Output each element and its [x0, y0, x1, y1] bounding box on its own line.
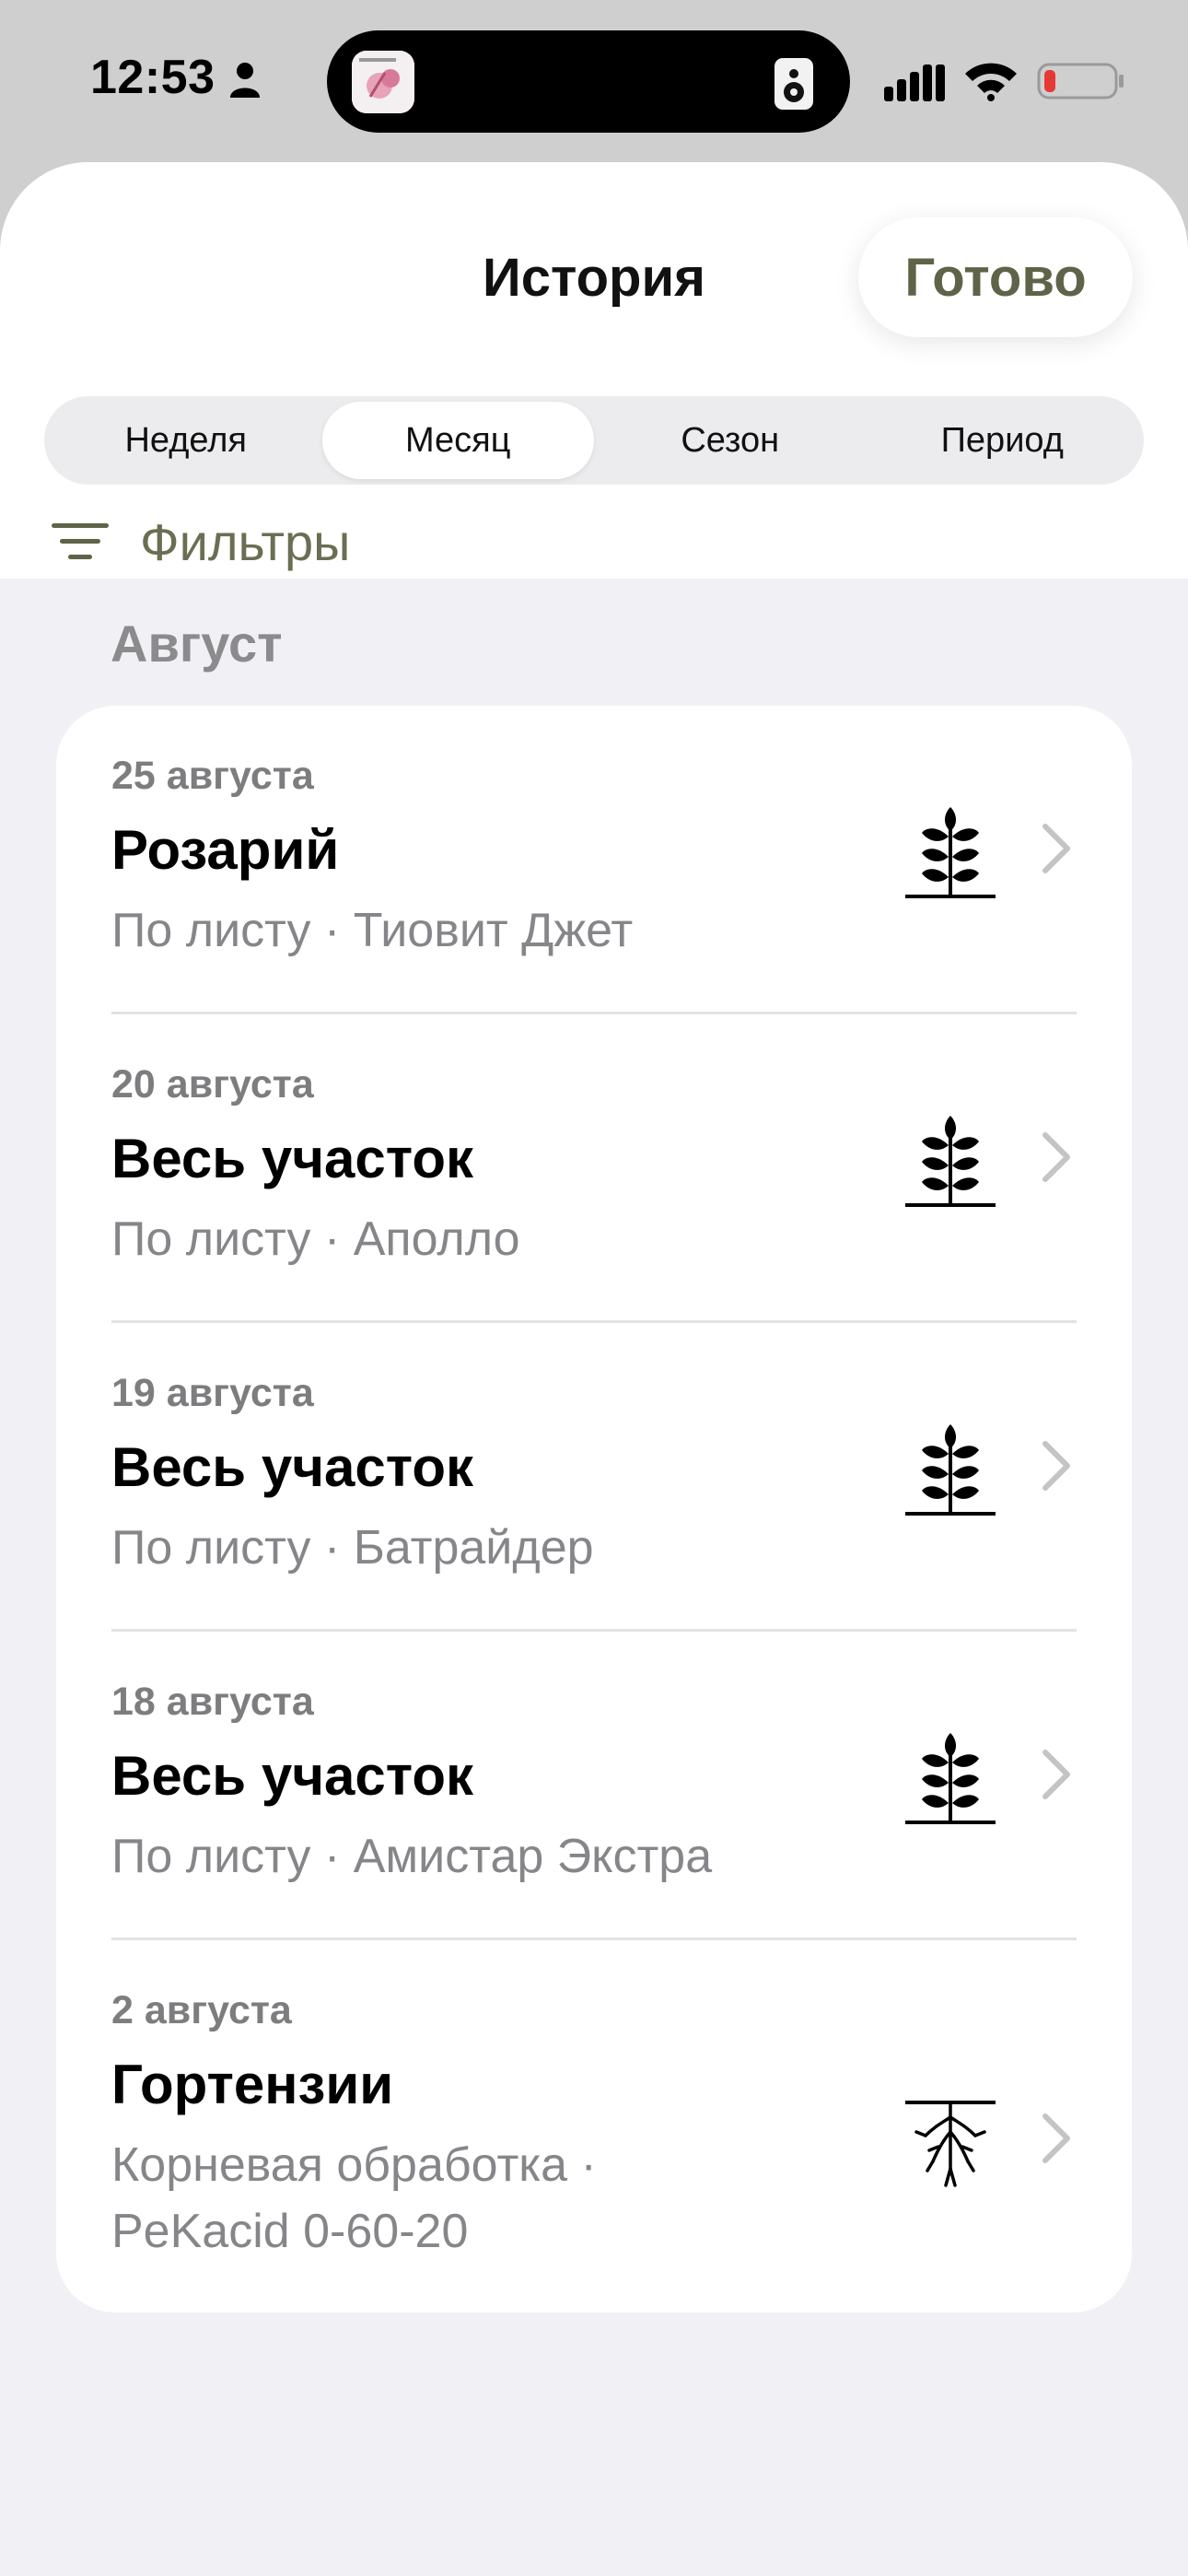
chevron-right-icon	[1042, 1441, 1070, 1491]
entry-details: По листу · Аполло	[111, 1212, 520, 1266]
entry-place: Весь участок	[111, 1436, 474, 1498]
entry-date: 20 августа	[111, 1062, 314, 1107]
entry-date: 19 августа	[111, 1371, 314, 1415]
filter-lines-icon	[52, 523, 109, 559]
dynamic-island[interactable]	[327, 30, 850, 133]
segment-period[interactable]: Период	[867, 402, 1139, 479]
history-sheet: История Готово Неделя Месяц Сезон Период…	[0, 162, 1188, 2576]
leaf-spray-icon	[905, 1733, 996, 1824]
wifi-icon	[965, 63, 1017, 101]
entry-details: По листу · Тиовит Джет	[111, 904, 634, 957]
list-item[interactable]: 19 августа Весь участок По листу · Батра…	[56, 1323, 1132, 1632]
chevron-right-icon	[1042, 824, 1070, 873]
list-item[interactable]: 2 августа Гортензии Корневая обработка ·…	[56, 1940, 1132, 2309]
section-header-month: Август	[111, 615, 283, 673]
entry-date: 25 августа	[111, 754, 314, 798]
entry-details: По листу · Батрайдер	[111, 1521, 594, 1575]
sheet-header: История Готово Неделя Месяц Сезон Период…	[0, 162, 1188, 579]
person-icon	[230, 63, 260, 98]
entry-place: Весь участок	[111, 1745, 474, 1807]
list-item[interactable]: 25 августа Розарий По листу · Тиовит Дже…	[56, 706, 1132, 1014]
leaf-spray-icon	[905, 807, 996, 898]
entry-place: Розарий	[111, 819, 340, 881]
speaker-icon	[775, 58, 813, 110]
battery-low-icon	[1037, 63, 1124, 100]
done-button[interactable]: Готово	[858, 217, 1133, 337]
segment-month[interactable]: Месяц	[321, 402, 594, 479]
leaf-spray-icon	[905, 1424, 996, 1516]
list-item[interactable]: 20 августа Весь участок По листу · Аполл…	[56, 1014, 1132, 1323]
period-segmented-control: Неделя Месяц Сезон Период	[44, 396, 1144, 485]
root-treatment-icon	[905, 2101, 996, 2187]
status-bar: 12:53	[0, 0, 1188, 162]
segment-week[interactable]: Неделя	[50, 402, 322, 479]
chevron-right-icon	[1042, 1750, 1070, 1799]
filters-label: Фильтры	[140, 512, 351, 571]
entry-place: Гортензии	[111, 2054, 394, 2115]
entry-date: 18 августа	[111, 1680, 314, 1724]
entry-place: Весь участок	[111, 1128, 474, 1189]
list-item[interactable]: 18 августа Весь участок По листу · Амист…	[56, 1632, 1132, 1940]
now-playing-artwork-icon[interactable]	[352, 51, 414, 113]
leaf-spray-icon	[905, 1116, 996, 1207]
entry-details: По листу · Амистар Экстра	[111, 1830, 713, 1883]
chevron-right-icon	[1042, 2113, 1070, 2163]
history-list-card: 25 августа Розарий По листу · Тиовит Дже…	[56, 706, 1132, 2313]
screen: 12:53 История Готово Неделя Месяц Сезон …	[0, 0, 1188, 2576]
filters-button[interactable]: Фильтры	[52, 512, 351, 571]
segment-season[interactable]: Сезон	[594, 402, 867, 479]
entry-date: 2 августа	[111, 1988, 292, 2032]
cellular-signal-icon	[884, 64, 945, 101]
status-time: 12:53	[90, 51, 215, 104]
entry-details: Корневая обработка · PeKacid 0-60-20	[111, 2138, 597, 2258]
chevron-right-icon	[1042, 1132, 1070, 1182]
